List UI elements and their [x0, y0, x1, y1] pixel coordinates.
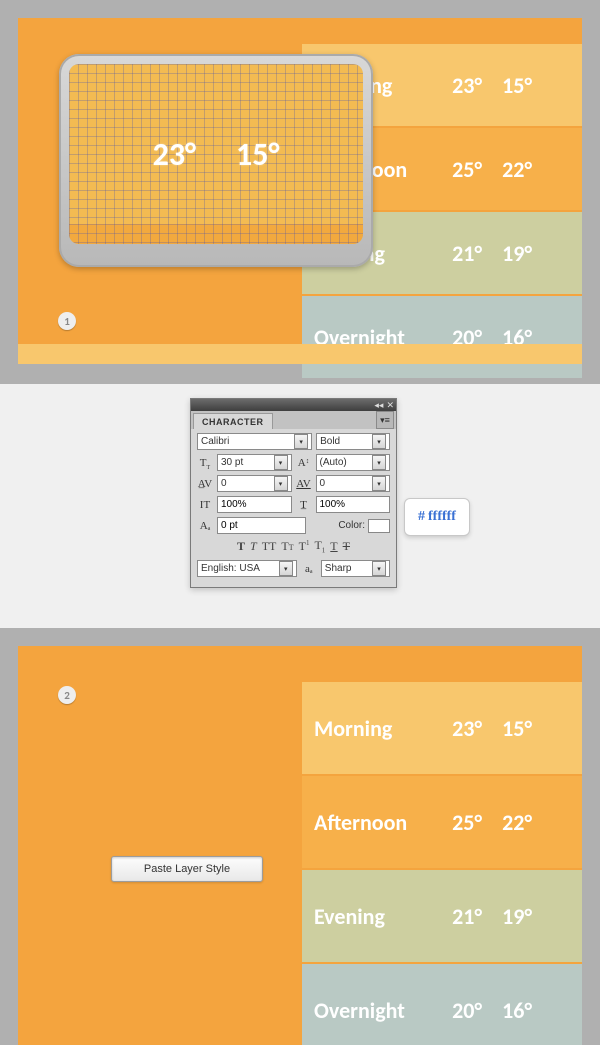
row-high: 21° [432, 903, 482, 930]
faux-italic-icon[interactable]: T [250, 539, 257, 554]
leading-field[interactable]: (Auto) ▾ [316, 454, 391, 471]
device-preview: 23° 15° [59, 54, 373, 267]
small-caps-icon[interactable]: TT [281, 539, 293, 554]
font-style-select[interactable]: Bold ▾ [316, 433, 390, 450]
hscale-icon: T̲ [296, 496, 312, 513]
dropdown-icon[interactable]: ▾ [274, 476, 288, 491]
dropdown-icon[interactable]: ▾ [294, 434, 308, 449]
dropdown-icon[interactable]: ▾ [372, 476, 386, 491]
font-size-icon: TT [197, 454, 213, 471]
row-label: Overnight [314, 997, 432, 1024]
faux-bold-icon[interactable]: T [237, 539, 245, 554]
font-size-field[interactable]: 30 pt ▾ [217, 454, 292, 471]
row-low: 22° [482, 156, 532, 183]
language-select[interactable]: English: USA ▾ [197, 560, 297, 577]
close-icon[interactable]: ✕ [386, 401, 394, 410]
dropdown-icon[interactable]: ▾ [372, 561, 386, 576]
vscale-field[interactable] [217, 496, 292, 513]
superscript-icon[interactable]: T1 [299, 539, 310, 554]
device-high-temp: 23° [153, 135, 196, 174]
row-low: 16° [482, 997, 532, 1024]
antialias-select[interactable]: Sharp ▾ [321, 560, 390, 577]
character-tab[interactable]: CHARACTER [193, 413, 273, 429]
row-label: Morning [314, 715, 432, 742]
strikethrough-icon[interactable]: T [343, 539, 350, 554]
row-high: 25° [432, 156, 482, 183]
weather-row-evening: Evening 21° 19° [302, 870, 582, 962]
row-low: 19° [482, 903, 532, 930]
dropdown-icon[interactable]: ▾ [372, 434, 386, 449]
step2-number: 2 [64, 689, 70, 702]
row-low: 19° [482, 240, 532, 267]
type-style-toolbar: T T TT TT T1 T1 T T [197, 538, 390, 554]
baseline-icon: Aa [197, 517, 213, 534]
weather-row-morning: Morning 23° 15° [302, 682, 582, 774]
tracking-icon: AV [296, 475, 312, 492]
panel-titlebar[interactable]: ◂◂ ✕ [191, 399, 396, 411]
all-caps-icon[interactable]: TT [262, 539, 277, 554]
font-family-select[interactable]: Calibri ▾ [197, 433, 312, 450]
row-label: Afternoon [314, 809, 432, 836]
row-low: 22° [482, 809, 532, 836]
hex-value: ffffff [428, 509, 456, 525]
dropdown-icon[interactable]: ▾ [279, 561, 293, 576]
hash-icon: # [418, 509, 425, 525]
collapse-icon[interactable]: ◂◂ [374, 401, 383, 410]
dropdown-icon[interactable]: ▾ [274, 455, 288, 470]
color-label: Color: [338, 520, 365, 531]
paste-layer-style-menuitem[interactable]: Paste Layer Style [111, 856, 263, 882]
vscale-icon: IT [197, 496, 213, 513]
panel-menu-icon[interactable]: ▾≡ [376, 411, 394, 429]
step1-artboard: Morning 23° 15° Afternoon 25° 22° Evenin… [18, 18, 582, 364]
step1-number: 1 [64, 315, 70, 328]
dropdown-icon[interactable]: ▾ [372, 455, 386, 470]
underline-icon[interactable]: T [330, 539, 337, 554]
weather-row-afternoon: Afternoon 25° 22° [302, 776, 582, 868]
color-swatch[interactable] [368, 519, 390, 533]
device-low-temp: 15° [236, 135, 279, 174]
row-low: 15° [482, 72, 532, 99]
hscale-field[interactable] [316, 496, 391, 513]
kerning-icon: A̲V [197, 475, 213, 492]
weather-row-overnight: Overnight 20° 16° [302, 964, 582, 1045]
step1-canvas: Morning 23° 15° Afternoon 25° 22° Evenin… [0, 0, 600, 384]
step2-canvas: Morning 23° 15° Afternoon 25° 22° Evenin… [0, 628, 600, 1045]
baseline-field[interactable] [217, 517, 306, 534]
row-high: 23° [432, 72, 482, 99]
row-high: 25° [432, 809, 482, 836]
leading-icon: A↕ [296, 454, 312, 471]
tracking-field[interactable]: 0 ▾ [316, 475, 391, 492]
step2-artboard: Morning 23° 15° Afternoon 25° 22° Evenin… [18, 646, 582, 1045]
row-high: 20° [432, 997, 482, 1024]
weather-row-overnight: Overnight 20° 16° [302, 296, 582, 378]
row-high: 23° [432, 715, 482, 742]
row-label: Evening [314, 903, 432, 930]
row-high: 21° [432, 240, 482, 267]
hex-callout: # ffffff [404, 498, 470, 536]
artboard-bottom-strip [18, 344, 582, 364]
subscript-icon[interactable]: T1 [314, 538, 325, 554]
character-panel[interactable]: ◂◂ ✕ CHARACTER ▾≡ Calibri ▾ Bold ▾ TT 3 [190, 398, 397, 588]
step2-badge: 2 [58, 686, 76, 704]
step1-badge: 1 [58, 312, 76, 330]
panel-tabrow: CHARACTER ▾≡ [191, 411, 396, 429]
device-screen: 23° 15° [69, 64, 363, 244]
kerning-field[interactable]: 0 ▾ [217, 475, 292, 492]
antialias-icon: aa [301, 560, 317, 577]
row-low: 15° [482, 715, 532, 742]
